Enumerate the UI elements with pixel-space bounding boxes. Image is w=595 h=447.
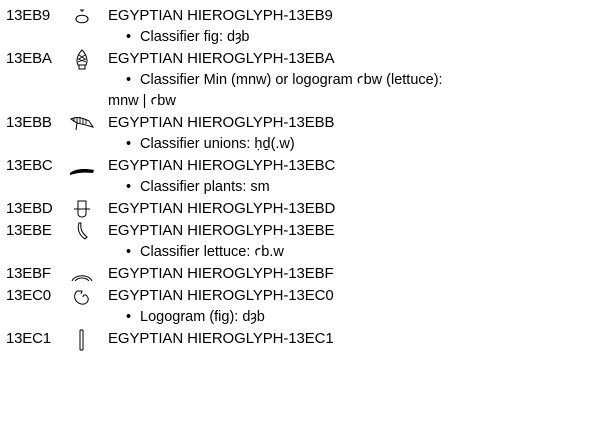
annotation-text: Classifier lettuce: ꜥb.w bbox=[140, 244, 284, 260]
annotation-text: Classifier fig: dȝb bbox=[140, 29, 250, 45]
annotation: • Classifier fig: dȝb bbox=[126, 29, 250, 45]
annotation-continuation: mnw | ꜥbw bbox=[108, 93, 176, 109]
hieroglyph-13ec1-icon bbox=[69, 329, 95, 351]
character-name: EGYPTIAN HIEROGLYPH-13EBB bbox=[108, 114, 335, 131]
hieroglyph-13ec0-icon bbox=[69, 286, 95, 308]
hieroglyph-13ebc-icon bbox=[69, 156, 95, 178]
annotation: • Classifier Min (mnw) or logogram ꜥbw (l… bbox=[126, 72, 443, 88]
annotation-text: Classifier Min (mnw) or logogram ꜥbw (le… bbox=[140, 72, 443, 88]
code-point: 13EC0 bbox=[6, 287, 51, 304]
annotation: • Logogram (fig): dȝb bbox=[126, 309, 265, 325]
character-name: EGYPTIAN HIEROGLYPH-13EBC bbox=[108, 157, 336, 174]
character-name: EGYPTIAN HIEROGLYPH-13EBF bbox=[108, 265, 334, 282]
annotation: • Classifier plants: sm bbox=[126, 179, 270, 195]
character-name: EGYPTIAN HIEROGLYPH-13EC1 bbox=[108, 330, 334, 347]
code-point: 13EBC bbox=[6, 157, 53, 174]
character-name: EGYPTIAN HIEROGLYPH-13EBD bbox=[108, 200, 336, 217]
hieroglyph-13ebd-icon bbox=[69, 199, 95, 221]
code-point: 13EBB bbox=[6, 114, 52, 131]
character-name: EGYPTIAN HIEROGLYPH-13EB9 bbox=[108, 7, 333, 24]
hieroglyph-13eba-icon bbox=[69, 49, 95, 71]
annotation-text: Classifier unions: ḥḏ(.w) bbox=[140, 136, 295, 152]
hieroglyph-13ebf-icon bbox=[69, 264, 95, 286]
code-point: 13EBA bbox=[6, 50, 52, 67]
character-name: EGYPTIAN HIEROGLYPH-13EBE bbox=[108, 222, 335, 239]
code-point: 13EBE bbox=[6, 222, 52, 239]
code-point: 13EBD bbox=[6, 200, 53, 217]
hieroglyph-13ebe-icon bbox=[69, 221, 95, 243]
annotation-text: Logogram (fig): dȝb bbox=[140, 309, 265, 325]
annotation: • Classifier lettuce: ꜥb.w bbox=[126, 244, 284, 260]
annotation-text: Classifier plants: sm bbox=[140, 179, 270, 195]
character-name: EGYPTIAN HIEROGLYPH-13EC0 bbox=[108, 287, 334, 304]
character-name: EGYPTIAN HIEROGLYPH-13EBA bbox=[108, 50, 335, 67]
code-point: 13EB9 bbox=[6, 7, 51, 24]
hieroglyph-13eb9-icon bbox=[69, 6, 95, 28]
code-point: 13EBF bbox=[6, 265, 51, 282]
annotation: • Classifier unions: ḥḏ(.w) bbox=[126, 136, 295, 152]
hieroglyph-13ebb-icon bbox=[69, 113, 95, 135]
code-point: 13EC1 bbox=[6, 330, 51, 347]
